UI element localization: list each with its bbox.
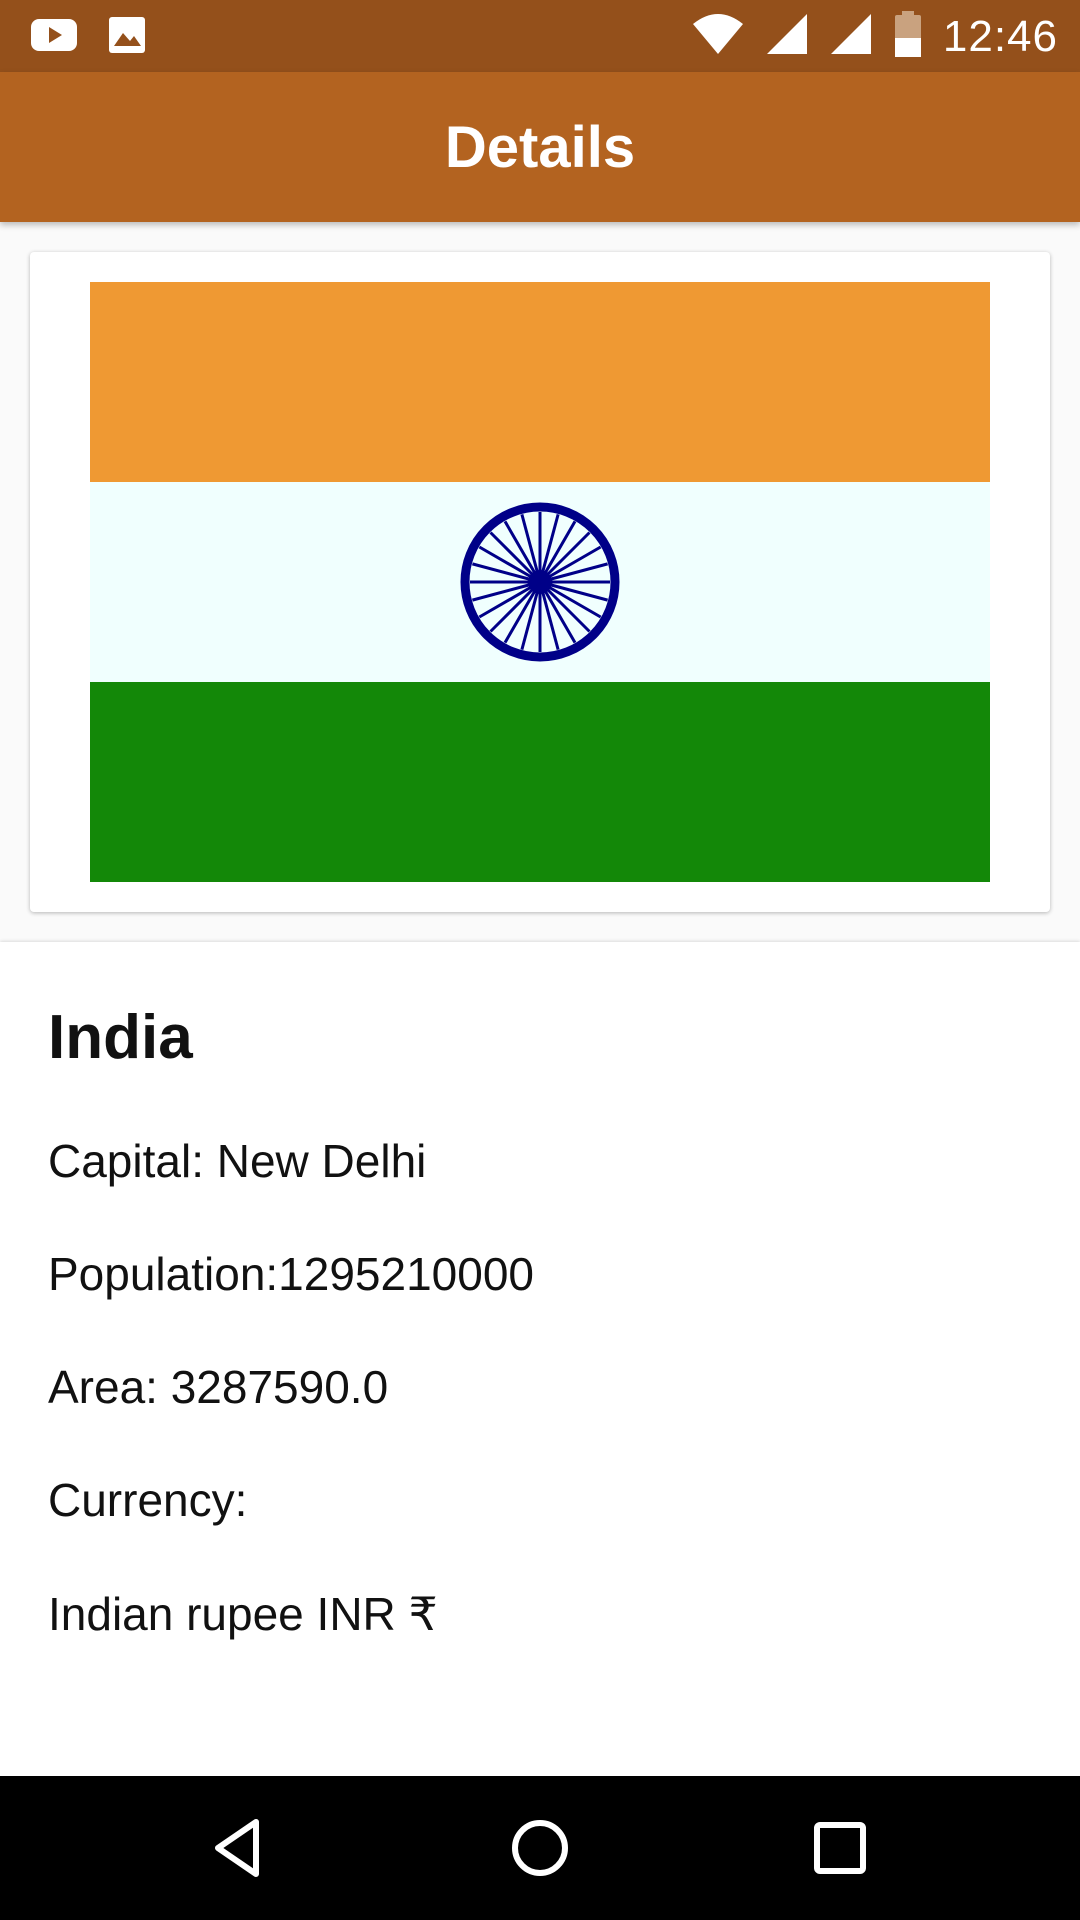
ashoka-chakra-icon <box>460 502 620 662</box>
back-icon <box>215 1819 259 1877</box>
home-button[interactable] <box>504 1812 576 1884</box>
status-bar: 12:46 <box>0 0 1080 72</box>
population-text: Population:1295210000 <box>48 1248 535 1300</box>
details-card: India Capital: New Delhi Population:1295… <box>0 942 1080 1776</box>
country-name: India <box>48 1003 193 1072</box>
back-button[interactable] <box>204 1812 276 1884</box>
flag-card <box>30 252 1050 912</box>
wifi-icon <box>691 12 745 61</box>
recents-button[interactable] <box>804 1812 876 1884</box>
india-flag-image <box>90 282 990 882</box>
notification-icons <box>30 14 148 61</box>
flag-saffron-band <box>90 282 990 482</box>
capital-text: Capital: New Delhi <box>48 1135 427 1187</box>
area-text: Area: 3287590.0 <box>48 1361 389 1413</box>
signal-icon <box>765 12 809 61</box>
clock: 12:46 <box>942 11 1058 61</box>
navigation-bar <box>0 1776 1080 1920</box>
youtube-icon <box>30 14 78 61</box>
flag-green-band <box>90 682 990 882</box>
signal-icon <box>829 12 873 61</box>
home-icon <box>512 1820 568 1876</box>
currency-value: Indian rupee INR ₹ <box>48 1588 438 1640</box>
image-icon <box>106 14 148 61</box>
battery-icon <box>893 10 923 63</box>
system-icons: 12:46 <box>691 10 1058 63</box>
page-title: Details <box>444 115 636 180</box>
recents-icon <box>814 1822 866 1874</box>
currency-label: Currency: <box>48 1474 248 1526</box>
app-bar: Details <box>0 72 1080 222</box>
